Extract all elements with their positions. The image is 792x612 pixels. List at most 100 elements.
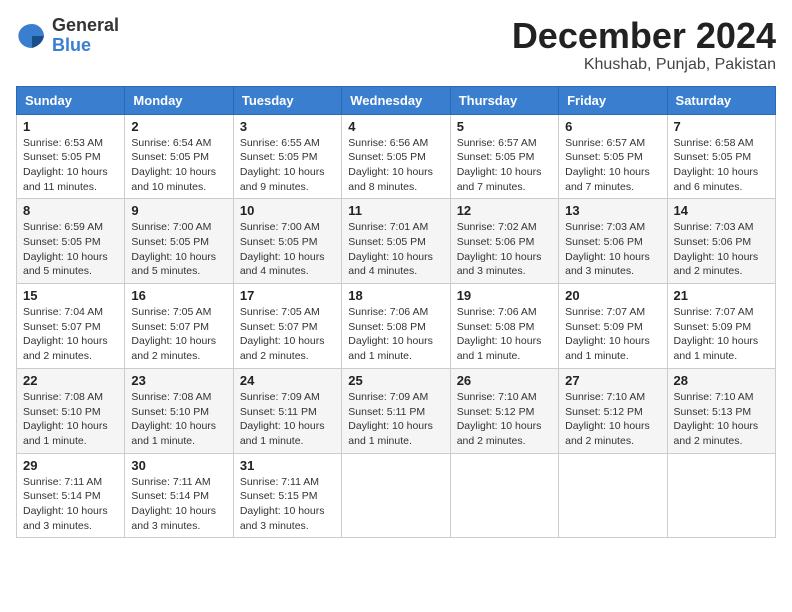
calendar-cell: 24 Sunrise: 7:09 AMSunset: 5:11 PMDaylig… xyxy=(233,368,341,453)
col-thursday: Thursday xyxy=(450,86,558,114)
calendar-cell: 31 Sunrise: 7:11 AMSunset: 5:15 PMDaylig… xyxy=(233,453,341,538)
calendar-cell: 30 Sunrise: 7:11 AMSunset: 5:14 PMDaylig… xyxy=(125,453,233,538)
calendar-cell xyxy=(342,453,450,538)
day-number: 1 xyxy=(23,119,118,134)
col-sunday: Sunday xyxy=(17,86,125,114)
calendar-cell: 16 Sunrise: 7:05 AMSunset: 5:07 PMDaylig… xyxy=(125,284,233,369)
day-detail: Sunrise: 7:10 AMSunset: 5:12 PMDaylight:… xyxy=(565,391,650,447)
day-detail: Sunrise: 7:01 AMSunset: 5:05 PMDaylight:… xyxy=(348,221,433,277)
calendar-cell: 3 Sunrise: 6:55 AMSunset: 5:05 PMDayligh… xyxy=(233,114,341,199)
day-number: 3 xyxy=(240,119,335,134)
calendar-cell: 26 Sunrise: 7:10 AMSunset: 5:12 PMDaylig… xyxy=(450,368,558,453)
calendar-table: Sunday Monday Tuesday Wednesday Thursday… xyxy=(16,86,776,539)
logo-general: General xyxy=(52,15,119,35)
day-detail: Sunrise: 7:08 AMSunset: 5:10 PMDaylight:… xyxy=(23,391,108,447)
day-detail: Sunrise: 7:07 AMSunset: 5:09 PMDaylight:… xyxy=(674,306,759,362)
calendar-cell: 13 Sunrise: 7:03 AMSunset: 5:06 PMDaylig… xyxy=(559,199,667,284)
calendar-cell: 7 Sunrise: 6:58 AMSunset: 5:05 PMDayligh… xyxy=(667,114,775,199)
day-number: 30 xyxy=(131,458,226,473)
day-number: 26 xyxy=(457,373,552,388)
calendar-cell xyxy=(450,453,558,538)
calendar-cell: 10 Sunrise: 7:00 AMSunset: 5:05 PMDaylig… xyxy=(233,199,341,284)
calendar-cell: 2 Sunrise: 6:54 AMSunset: 5:05 PMDayligh… xyxy=(125,114,233,199)
day-detail: Sunrise: 7:04 AMSunset: 5:07 PMDaylight:… xyxy=(23,306,108,362)
calendar-cell: 20 Sunrise: 7:07 AMSunset: 5:09 PMDaylig… xyxy=(559,284,667,369)
calendar-cell xyxy=(559,453,667,538)
col-tuesday: Tuesday xyxy=(233,86,341,114)
calendar-week-row: 22 Sunrise: 7:08 AMSunset: 5:10 PMDaylig… xyxy=(17,368,776,453)
calendar-cell: 11 Sunrise: 7:01 AMSunset: 5:05 PMDaylig… xyxy=(342,199,450,284)
calendar-cell: 5 Sunrise: 6:57 AMSunset: 5:05 PMDayligh… xyxy=(450,114,558,199)
calendar-cell: 29 Sunrise: 7:11 AMSunset: 5:14 PMDaylig… xyxy=(17,453,125,538)
day-number: 21 xyxy=(674,288,769,303)
location: Khushab, Punjab, Pakistan xyxy=(512,56,776,74)
day-number: 28 xyxy=(674,373,769,388)
page-header: General Blue December 2024 Khushab, Punj… xyxy=(16,16,776,74)
day-number: 10 xyxy=(240,203,335,218)
logo-text: General Blue xyxy=(52,16,119,56)
day-number: 23 xyxy=(131,373,226,388)
day-detail: Sunrise: 7:05 AMSunset: 5:07 PMDaylight:… xyxy=(240,306,325,362)
calendar-cell: 15 Sunrise: 7:04 AMSunset: 5:07 PMDaylig… xyxy=(17,284,125,369)
calendar-week-row: 15 Sunrise: 7:04 AMSunset: 5:07 PMDaylig… xyxy=(17,284,776,369)
day-number: 24 xyxy=(240,373,335,388)
day-number: 7 xyxy=(674,119,769,134)
day-detail: Sunrise: 6:53 AMSunset: 5:05 PMDaylight:… xyxy=(23,137,108,193)
day-number: 2 xyxy=(131,119,226,134)
calendar-cell: 22 Sunrise: 7:08 AMSunset: 5:10 PMDaylig… xyxy=(17,368,125,453)
calendar-cell: 25 Sunrise: 7:09 AMSunset: 5:11 PMDaylig… xyxy=(342,368,450,453)
calendar-cell: 8 Sunrise: 6:59 AMSunset: 5:05 PMDayligh… xyxy=(17,199,125,284)
day-detail: Sunrise: 7:09 AMSunset: 5:11 PMDaylight:… xyxy=(240,391,325,447)
calendar-cell: 27 Sunrise: 7:10 AMSunset: 5:12 PMDaylig… xyxy=(559,368,667,453)
calendar-cell: 6 Sunrise: 6:57 AMSunset: 5:05 PMDayligh… xyxy=(559,114,667,199)
calendar-cell: 9 Sunrise: 7:00 AMSunset: 5:05 PMDayligh… xyxy=(125,199,233,284)
day-number: 4 xyxy=(348,119,443,134)
logo: General Blue xyxy=(16,16,119,56)
day-number: 20 xyxy=(565,288,660,303)
day-number: 25 xyxy=(348,373,443,388)
day-number: 14 xyxy=(674,203,769,218)
day-detail: Sunrise: 7:07 AMSunset: 5:09 PMDaylight:… xyxy=(565,306,650,362)
calendar-cell xyxy=(667,453,775,538)
calendar-cell: 4 Sunrise: 6:56 AMSunset: 5:05 PMDayligh… xyxy=(342,114,450,199)
day-detail: Sunrise: 7:11 AMSunset: 5:14 PMDaylight:… xyxy=(131,476,216,532)
calendar-cell: 1 Sunrise: 6:53 AMSunset: 5:05 PMDayligh… xyxy=(17,114,125,199)
day-detail: Sunrise: 6:58 AMSunset: 5:05 PMDaylight:… xyxy=(674,137,759,193)
calendar-cell: 23 Sunrise: 7:08 AMSunset: 5:10 PMDaylig… xyxy=(125,368,233,453)
day-number: 31 xyxy=(240,458,335,473)
col-wednesday: Wednesday xyxy=(342,86,450,114)
day-detail: Sunrise: 7:10 AMSunset: 5:13 PMDaylight:… xyxy=(674,391,759,447)
day-number: 19 xyxy=(457,288,552,303)
day-number: 9 xyxy=(131,203,226,218)
day-number: 27 xyxy=(565,373,660,388)
day-detail: Sunrise: 7:00 AMSunset: 5:05 PMDaylight:… xyxy=(240,221,325,277)
col-monday: Monday xyxy=(125,86,233,114)
day-number: 8 xyxy=(23,203,118,218)
day-detail: Sunrise: 6:55 AMSunset: 5:05 PMDaylight:… xyxy=(240,137,325,193)
day-detail: Sunrise: 7:03 AMSunset: 5:06 PMDaylight:… xyxy=(565,221,650,277)
day-detail: Sunrise: 7:09 AMSunset: 5:11 PMDaylight:… xyxy=(348,391,433,447)
day-detail: Sunrise: 6:56 AMSunset: 5:05 PMDaylight:… xyxy=(348,137,433,193)
day-detail: Sunrise: 7:08 AMSunset: 5:10 PMDaylight:… xyxy=(131,391,216,447)
calendar-cell: 21 Sunrise: 7:07 AMSunset: 5:09 PMDaylig… xyxy=(667,284,775,369)
month-title: December 2024 xyxy=(512,16,776,56)
day-detail: Sunrise: 7:11 AMSunset: 5:15 PMDaylight:… xyxy=(240,476,325,532)
day-detail: Sunrise: 6:57 AMSunset: 5:05 PMDaylight:… xyxy=(565,137,650,193)
day-detail: Sunrise: 7:03 AMSunset: 5:06 PMDaylight:… xyxy=(674,221,759,277)
day-number: 6 xyxy=(565,119,660,134)
day-number: 22 xyxy=(23,373,118,388)
calendar-week-row: 8 Sunrise: 6:59 AMSunset: 5:05 PMDayligh… xyxy=(17,199,776,284)
day-detail: Sunrise: 6:54 AMSunset: 5:05 PMDaylight:… xyxy=(131,137,216,193)
day-number: 11 xyxy=(348,203,443,218)
day-number: 16 xyxy=(131,288,226,303)
day-detail: Sunrise: 6:59 AMSunset: 5:05 PMDaylight:… xyxy=(23,221,108,277)
calendar-cell: 12 Sunrise: 7:02 AMSunset: 5:06 PMDaylig… xyxy=(450,199,558,284)
logo-blue: Blue xyxy=(52,35,91,55)
day-detail: Sunrise: 7:06 AMSunset: 5:08 PMDaylight:… xyxy=(457,306,542,362)
day-detail: Sunrise: 6:57 AMSunset: 5:05 PMDaylight:… xyxy=(457,137,542,193)
day-number: 18 xyxy=(348,288,443,303)
calendar-cell: 28 Sunrise: 7:10 AMSunset: 5:13 PMDaylig… xyxy=(667,368,775,453)
day-detail: Sunrise: 7:00 AMSunset: 5:05 PMDaylight:… xyxy=(131,221,216,277)
day-detail: Sunrise: 7:10 AMSunset: 5:12 PMDaylight:… xyxy=(457,391,542,447)
day-number: 29 xyxy=(23,458,118,473)
